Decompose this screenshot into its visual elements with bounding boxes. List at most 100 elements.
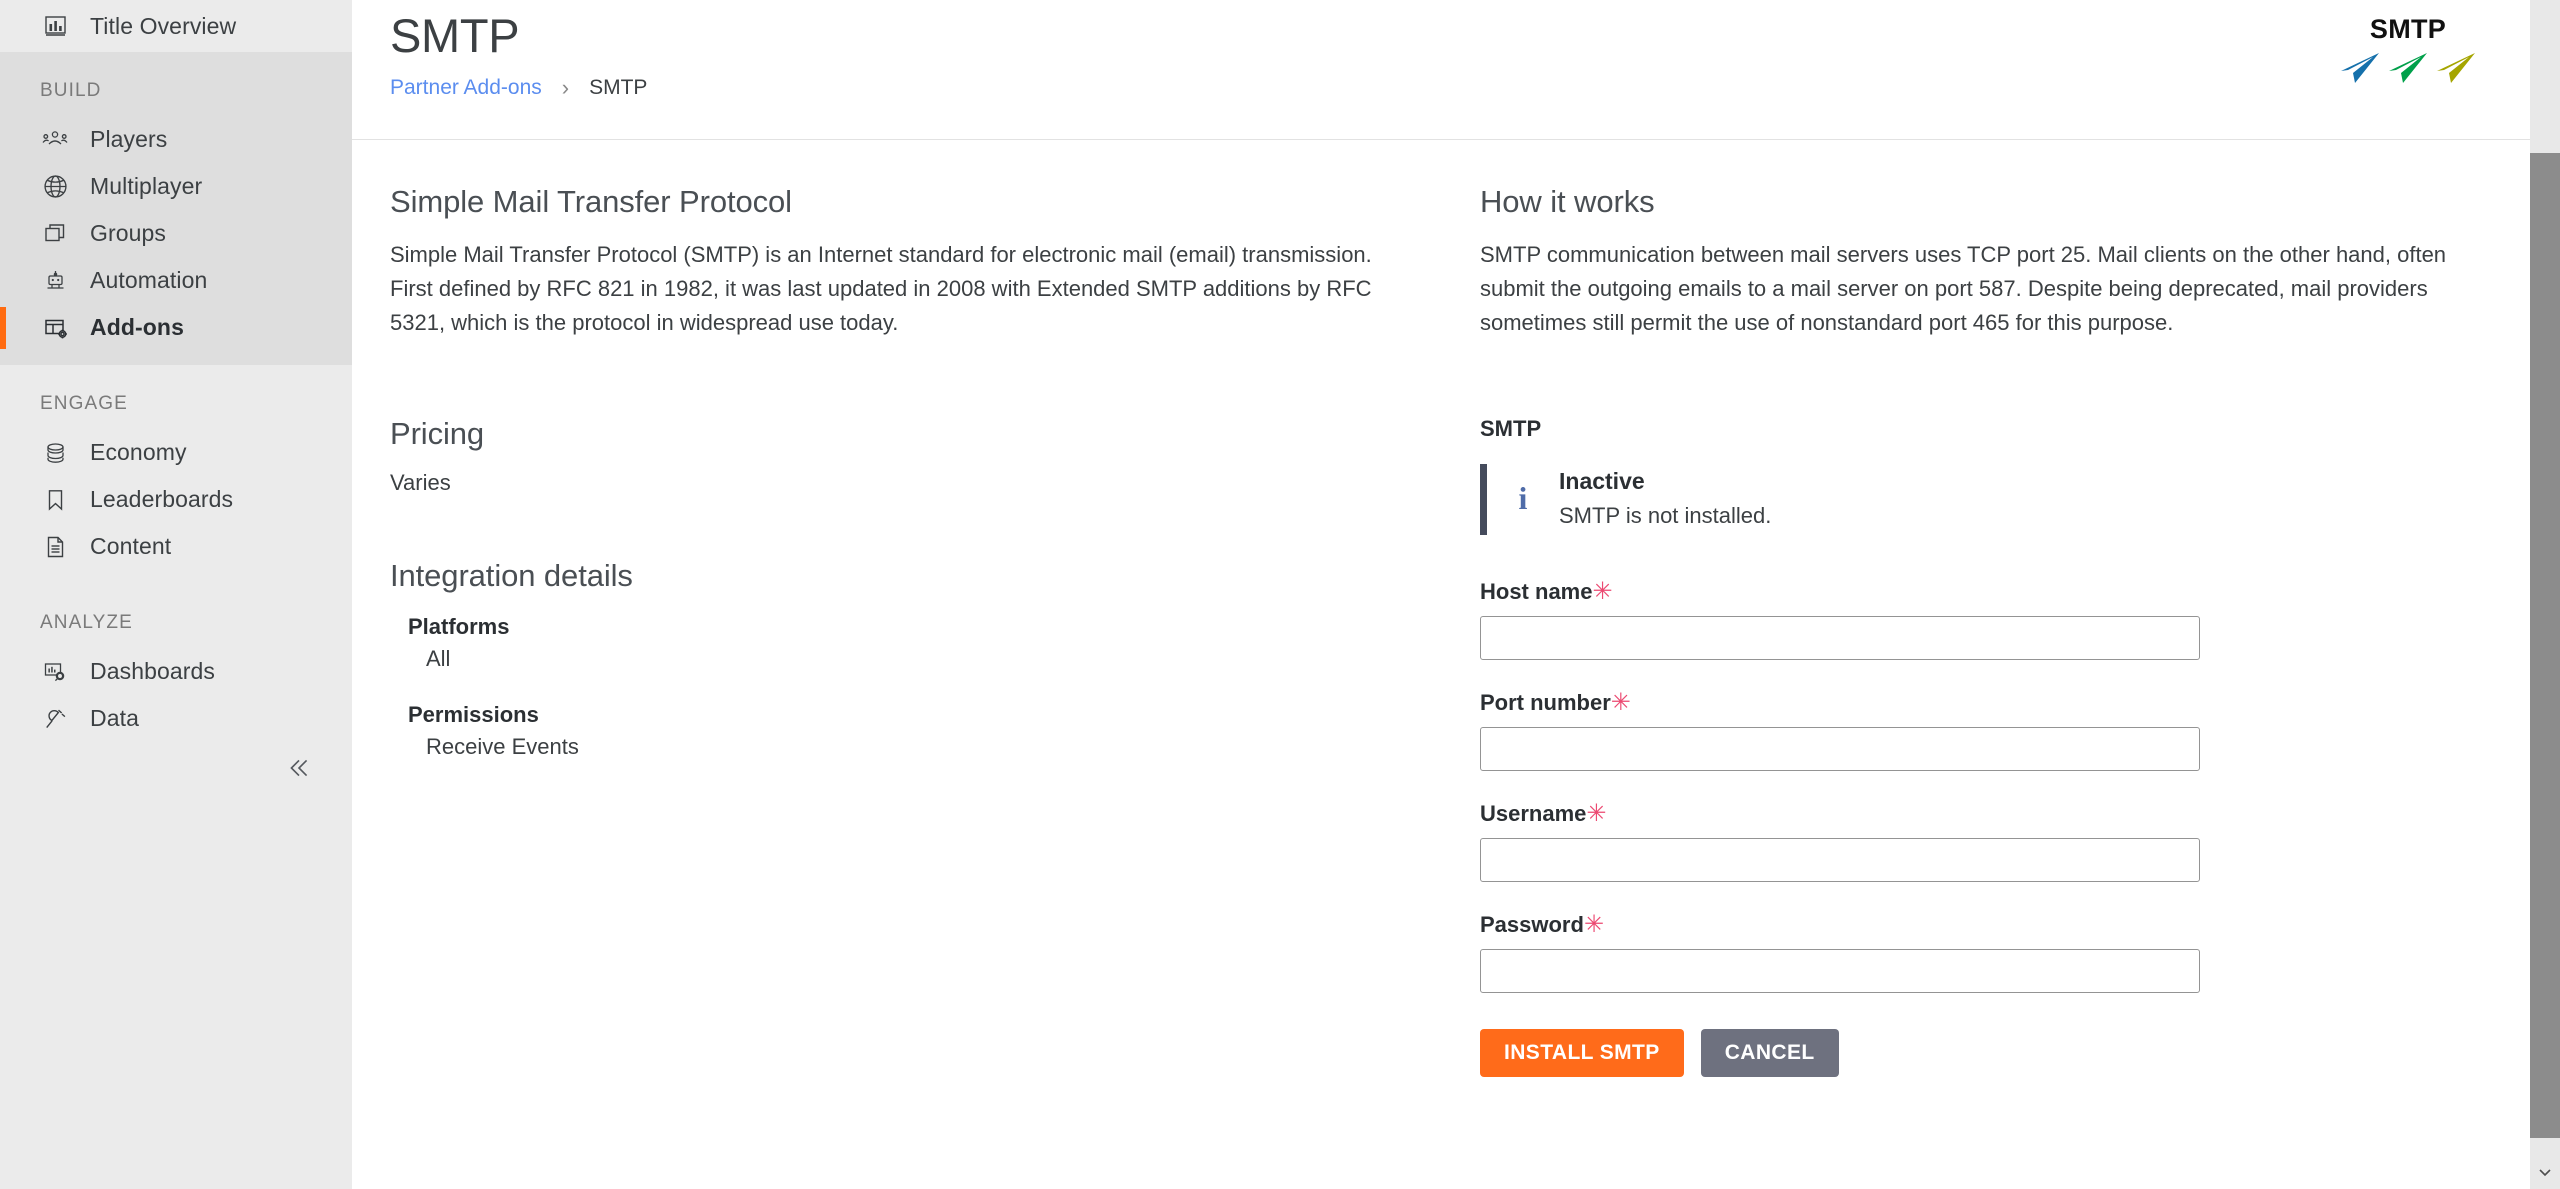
sidebar-item-label: Economy — [90, 439, 187, 465]
paper-plane-icons-group — [2328, 51, 2488, 90]
pricing-heading: Pricing — [390, 416, 485, 452]
integration-details-section: Integration details Platforms All Permis… — [390, 558, 1376, 760]
sidebar-item-label: Leaderboards — [90, 486, 234, 512]
dashboard-search-icon — [40, 658, 70, 686]
smtp-logo-wordmark: SMTP — [2369, 14, 2447, 44]
paper-plane-icon-olive — [2435, 51, 2477, 90]
detail-value: Receive Events — [426, 734, 579, 760]
sidebar-item-add-ons[interactable]: Add-ons — [0, 304, 352, 351]
sidebar-group-build: BUILD Players Multiplayer Groups Automat… — [0, 52, 352, 365]
detail-group-platforms: Platforms All — [390, 614, 1376, 672]
detail-key: Permissions — [408, 702, 539, 728]
port-number-input[interactable] — [1480, 727, 2200, 772]
required-asterisk-icon: ✳ — [1583, 911, 1605, 939]
coins-stack-icon — [40, 439, 70, 467]
smtp-install-form: SMTP i Inactive SMTP is not installed. H… — [1480, 416, 2552, 1078]
page-title: SMTP — [390, 9, 520, 62]
password-input[interactable] — [1480, 949, 2200, 994]
sidebar-item-multiplayer[interactable]: Multiplayer — [0, 163, 352, 210]
sidebar-item-label: Title Overview — [90, 12, 237, 39]
right-column: How it works SMTP communication between … — [1422, 184, 2552, 1078]
sidebar-group-title: ENGAGE — [40, 393, 128, 414]
sidebar-top-section: Title Overview — [0, 0, 352, 52]
detail-key: Platforms — [408, 614, 510, 640]
addons-grid-icon — [40, 314, 70, 342]
sidebar-item-label: Content — [90, 533, 172, 559]
required-asterisk-icon: ✳ — [1592, 578, 1613, 606]
left-column: Simple Mail Transfer Protocol Simple Mai… — [352, 184, 1422, 1077]
sidebar-item-label: Data — [90, 705, 139, 731]
pricing-value: Varies — [390, 470, 451, 496]
document-icon — [40, 533, 70, 561]
sidebar-item-label: Dashboards — [90, 658, 216, 684]
overview-heading: Simple Mail Transfer Protocol — [390, 184, 792, 219]
sidebar-item-label: Automation — [90, 267, 208, 293]
page-header: SMTP Partner Add-ons › SMTP SMTP — [352, 0, 2560, 140]
globe-icon — [40, 173, 70, 201]
sidebar-item-label: Multiplayer — [90, 173, 203, 199]
host-name-input[interactable] — [1480, 616, 2200, 661]
double-chevron-left-icon — [286, 755, 312, 786]
required-asterisk-icon: ✳ — [1610, 689, 1631, 717]
scrollbar-track-top[interactable] — [2530, 0, 2560, 153]
status-banner: i Inactive SMTP is not installed. — [1480, 464, 2552, 536]
field-username: Username✳ — [1480, 799, 2552, 883]
username-input[interactable] — [1480, 838, 2200, 883]
status-text-wrap: Inactive SMTP is not installed. — [1559, 468, 1771, 529]
paper-plane-icon-green — [2387, 51, 2429, 90]
breadcrumb-link-partner-addons[interactable]: Partner Add-ons — [390, 76, 542, 100]
field-label-username: Username✳ — [1480, 799, 2552, 828]
field-host-name: Host name✳ — [1480, 577, 2552, 661]
bookmark-icon — [40, 486, 70, 514]
cancel-button[interactable]: CANCEL — [1700, 1029, 1839, 1078]
sidebar-group-title: BUILD — [40, 80, 102, 101]
smtp-brand-logo: SMTP — [2328, 16, 2488, 90]
detail-value: All — [426, 646, 451, 672]
sidebar-item-economy[interactable]: Economy — [0, 429, 352, 476]
detail-group-permissions: Permissions Receive Events — [390, 702, 1376, 760]
form-section-title: SMTP — [1480, 416, 1542, 442]
breadcrumb: Partner Add-ons › SMTP — [390, 75, 2560, 101]
status-title: Inactive — [1559, 468, 1645, 495]
field-label-host-name: Host name✳ — [1480, 577, 2552, 606]
paper-plane-icon-blue — [2339, 51, 2381, 90]
how-it-works-body: SMTP communication between mail servers … — [1480, 242, 2447, 336]
overview-body: Simple Mail Transfer Protocol (SMTP) is … — [390, 242, 1372, 336]
sidebar-item-dashboards[interactable]: Dashboards — [0, 648, 352, 695]
sidebar-item-label: Groups — [90, 220, 167, 246]
field-label-text: Host name — [1480, 579, 1593, 605]
sidebar-item-data[interactable]: Data — [0, 695, 352, 742]
info-icon: i — [1518, 480, 1528, 517]
sidebar-item-leaderboards[interactable]: Leaderboards — [0, 476, 352, 523]
status-description: SMTP is not installed. — [1559, 503, 1772, 529]
field-label-text: Username — [1480, 801, 1587, 827]
sidebar-item-groups[interactable]: Groups — [0, 210, 352, 257]
sidebar-item-title-overview[interactable]: Title Overview — [0, 3, 236, 50]
scrollbar-down-button[interactable] — [2530, 1159, 2560, 1189]
app-root: Title Overview BUILD Players Multiplayer… — [0, 0, 2560, 1189]
field-label-port-number: Port number✳ — [1480, 688, 2552, 717]
plug-icon — [40, 705, 70, 733]
sidebar-item-players[interactable]: Players — [0, 116, 352, 163]
sidebar: Title Overview BUILD Players Multiplayer… — [0, 0, 352, 1189]
vertical-scrollbar[interactable] — [2530, 0, 2560, 1189]
sidebar-collapse-button[interactable] — [281, 752, 317, 788]
integration-heading: Integration details — [390, 558, 633, 594]
sidebar-group-title: ANALYZE — [40, 612, 133, 633]
content-area: Simple Mail Transfer Protocol Simple Mai… — [352, 140, 2560, 1078]
sidebar-group-analyze: ANALYZE Dashboards Data — [0, 584, 352, 756]
sidebar-item-label: Players — [90, 126, 168, 152]
sidebar-collapse-wrap — [0, 752, 352, 788]
install-smtp-button[interactable]: INSTALL SMTP — [1480, 1029, 1684, 1078]
scrollbar-thumb[interactable] — [2530, 153, 2560, 1138]
sidebar-group-engage: ENGAGE Economy Leaderboards Content — [0, 365, 352, 584]
sidebar-item-label: Add-ons — [90, 314, 184, 340]
form-actions: INSTALL SMTP CANCEL — [1480, 1029, 2552, 1078]
field-label-text: Password — [1480, 912, 1584, 938]
sidebar-item-automation[interactable]: Automation — [0, 257, 352, 304]
chevron-down-icon — [2537, 1164, 2553, 1185]
field-port-number: Port number✳ — [1480, 688, 2552, 772]
field-label-password: Password✳ — [1480, 910, 2552, 939]
groups-stack-icon — [40, 220, 70, 248]
sidebar-item-content[interactable]: Content — [0, 523, 352, 570]
